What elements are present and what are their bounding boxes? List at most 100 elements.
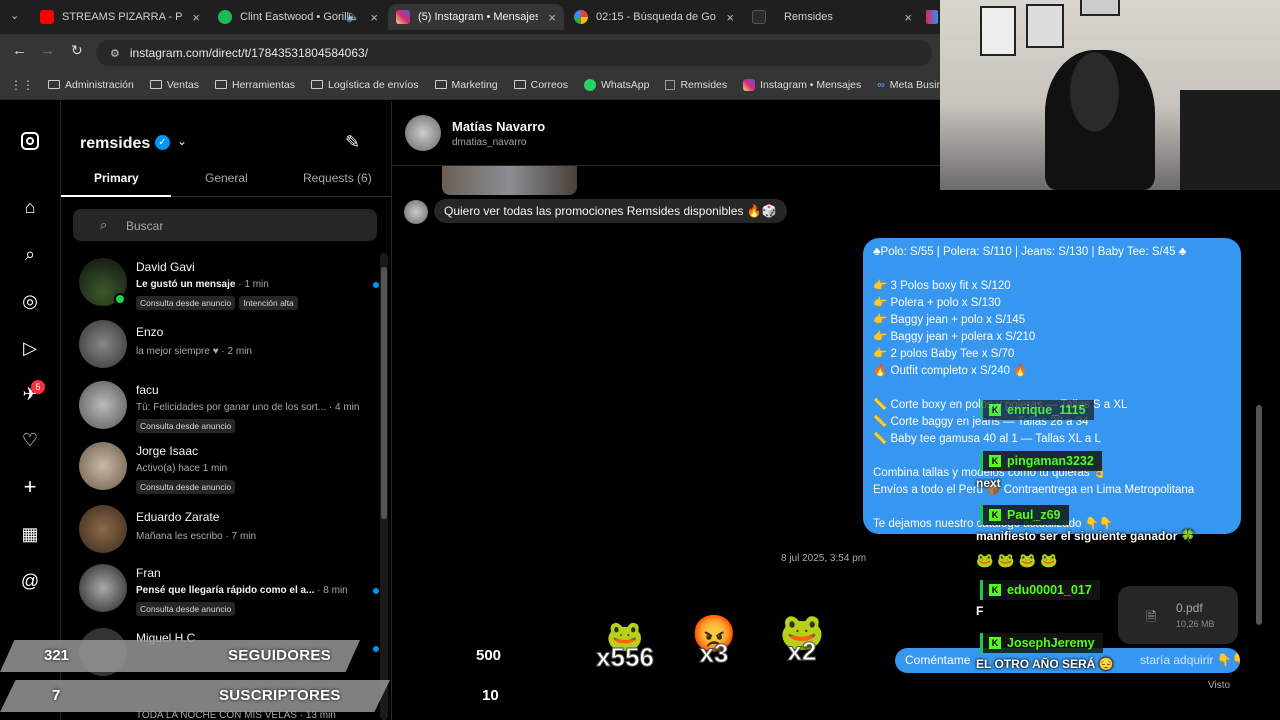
webcam-overlay bbox=[940, 0, 1280, 190]
bookmark-link[interactable]: Remsides bbox=[665, 79, 727, 91]
kick-badge-icon: K bbox=[989, 584, 1001, 596]
meta-icon: ∞ bbox=[877, 78, 885, 91]
bookmark-folder[interactable]: Marketing bbox=[434, 79, 498, 91]
bookmark-label: Administración bbox=[65, 78, 134, 91]
message-line: 👉 Baggy jean + polera x S/210 bbox=[873, 331, 1036, 343]
browser-tab-google[interactable]: 02:15 - Búsqueda de Goog × bbox=[566, 4, 742, 30]
conversation-item[interactable]: Eduardo Zarate Mañana les escribo · 7 mi… bbox=[79, 505, 379, 565]
contact-avatar[interactable] bbox=[405, 115, 441, 151]
reels-icon[interactable]: ▷ bbox=[19, 337, 41, 359]
chat-message: F bbox=[976, 604, 984, 618]
search-icon: ⌕ bbox=[100, 217, 108, 232]
create-icon[interactable]: + bbox=[19, 474, 41, 499]
close-icon[interactable]: × bbox=[726, 10, 734, 25]
bookmark-label: Instagram • Mensajes bbox=[760, 78, 862, 91]
kick-badge-icon: K bbox=[989, 455, 1001, 467]
tab-requests[interactable]: Requests (6) bbox=[303, 171, 372, 185]
browser-tab-remsides[interactable]: Remsides × bbox=[744, 4, 920, 30]
conversation-item[interactable]: Enzo la mejor siempre ♥ · 2 min bbox=[79, 320, 379, 380]
seen-indicator: Visto bbox=[1208, 680, 1231, 691]
compose-icon[interactable]: ✎ bbox=[345, 132, 360, 153]
unread-dot bbox=[373, 282, 379, 288]
chat-username-text: edu00001_017 bbox=[1007, 583, 1092, 597]
site-settings-icon[interactable]: ⚙ bbox=[110, 47, 120, 60]
speaker-icon[interactable]: 🔈 bbox=[346, 10, 360, 23]
tab-search-chevron-icon[interactable]: ⌄ bbox=[10, 9, 19, 22]
conversation-item[interactable]: Fran Pensé que llegaría rápido como el a… bbox=[79, 564, 379, 624]
avatar bbox=[79, 505, 127, 553]
avatar bbox=[79, 564, 127, 612]
chat-message: EL OTRO AÑO SERÁ 😔 bbox=[976, 657, 1114, 671]
bookmark-folder[interactable]: Herramientas bbox=[215, 79, 295, 91]
browser-tab-instagram[interactable]: (5) Instagram • Mensajes × bbox=[388, 4, 564, 30]
bookmark-folder[interactable]: Administración bbox=[48, 79, 134, 91]
dashboard-icon[interactable]: ▦ bbox=[19, 523, 41, 545]
preview-text: la mejor siempre ♥ bbox=[136, 346, 219, 357]
close-icon[interactable]: × bbox=[192, 10, 200, 25]
apps-grid-icon[interactable]: ⋮⋮ bbox=[10, 78, 34, 92]
scrollbar-thumb[interactable] bbox=[381, 267, 387, 519]
ad-tag: Consulta desde anuncio bbox=[136, 419, 236, 433]
threads-icon[interactable]: @ bbox=[19, 570, 41, 592]
chat-message: next bbox=[976, 476, 1001, 490]
account-name[interactable]: remsides bbox=[80, 135, 150, 153]
extension-icon[interactable] bbox=[926, 10, 938, 24]
file-attachment[interactable]: 🗎 0.pdf 10,26 MB bbox=[1118, 586, 1238, 644]
tab-primary[interactable]: Primary bbox=[94, 171, 139, 185]
bookmark-folder[interactable]: Correos bbox=[513, 79, 568, 91]
search-icon[interactable]: ⌕ bbox=[19, 243, 41, 265]
preview-text: Pensé que llegaría rápido como el a... bbox=[136, 585, 315, 596]
message-line bbox=[873, 261, 1231, 278]
ad-tag: Consulta desde anuncio bbox=[136, 296, 236, 310]
bookmark-folder[interactable]: Ventas bbox=[149, 79, 199, 91]
outgoing-message[interactable]: ♣Polo: S/55 | Polera: S/110 | Jeans: S/1… bbox=[863, 238, 1241, 534]
bookmark-link[interactable]: Instagram • Mensajes bbox=[743, 78, 862, 91]
reload-icon[interactable]: ↻ bbox=[71, 42, 83, 59]
subscribers-count: 7 bbox=[52, 687, 61, 704]
back-icon[interactable]: ← bbox=[12, 42, 27, 59]
close-icon[interactable]: × bbox=[904, 10, 912, 25]
unread-dot bbox=[373, 588, 379, 594]
browser-tab-streams[interactable]: STREAMS PIZARRA - Pizar × bbox=[32, 4, 208, 30]
browser-tab-spotify[interactable]: Clint Eastwood • Gorill 🔈 × bbox=[210, 4, 386, 30]
conversation-item[interactable]: David Gavi Le gustó un mensaje · 1 min C… bbox=[79, 258, 379, 318]
conversation-item[interactable]: facu Tú: Felicidades por ganar uno de lo… bbox=[79, 381, 379, 441]
heart-icon[interactable]: ♡ bbox=[19, 429, 41, 451]
message-line: 👉 2 polos Baby Tee x S/70 bbox=[873, 348, 1015, 360]
followers-count: 321 bbox=[44, 647, 70, 664]
bookmark-link[interactable]: WhatsApp bbox=[583, 78, 649, 91]
chat-username: Kpingaman3232 bbox=[980, 451, 1102, 471]
thread-scrollbar[interactable] bbox=[1256, 405, 1262, 625]
home-icon[interactable]: ⌂ bbox=[19, 196, 41, 218]
address-bar[interactable]: ⚙ instagram.com/direct/t/178435318045840… bbox=[96, 40, 932, 66]
remsides-icon bbox=[665, 79, 676, 90]
conversation-name: Jorge Isaac bbox=[136, 444, 199, 458]
chevron-down-icon[interactable]: ⌄ bbox=[177, 134, 187, 148]
conversation-preview: la mejor siempre ♥ · 2 min bbox=[136, 346, 252, 357]
message-line: 📏 Baby tee gamusa 40 al 1 — Tallas XL a … bbox=[873, 433, 1101, 445]
incoming-message[interactable]: Quiero ver todas las promociones Remside… bbox=[434, 199, 787, 223]
message-line: 🔥 Outfit completo x S/240 🔥 bbox=[873, 365, 1028, 377]
close-icon[interactable]: × bbox=[548, 10, 556, 25]
tab-general[interactable]: General bbox=[205, 171, 248, 185]
contact-name[interactable]: Matías Navarro bbox=[452, 119, 545, 134]
bookmark-link[interactable]: ∞ Meta Business bbox=[877, 79, 940, 91]
instagram-logo-icon[interactable] bbox=[19, 130, 41, 152]
bookmark-folder[interactable]: Logística de envíos bbox=[311, 79, 419, 91]
folder-icon bbox=[513, 80, 526, 89]
shared-image[interactable] bbox=[442, 166, 577, 195]
tab-title: Remsides bbox=[784, 11, 833, 23]
explore-icon[interactable]: ◎ bbox=[19, 290, 41, 312]
conversation-item[interactable]: Jorge Isaac Activo(a) hace 1 min Consult… bbox=[79, 442, 379, 502]
gift-multiplier: x556 bbox=[596, 642, 655, 673]
whatsapp-icon bbox=[583, 78, 596, 91]
search-placeholder: Buscar bbox=[126, 219, 164, 233]
google-icon bbox=[574, 10, 588, 24]
file-size: 10,26 MB bbox=[1176, 619, 1215, 629]
search-input[interactable]: ⌕ Buscar bbox=[73, 209, 377, 241]
conversation-preview: Pensé que llegaría rápido como el a... ·… bbox=[136, 585, 348, 596]
followers-goal: 500 bbox=[476, 647, 502, 664]
forward-icon[interactable]: → bbox=[40, 42, 55, 59]
youtube-icon bbox=[40, 10, 54, 24]
close-icon[interactable]: × bbox=[370, 10, 378, 25]
